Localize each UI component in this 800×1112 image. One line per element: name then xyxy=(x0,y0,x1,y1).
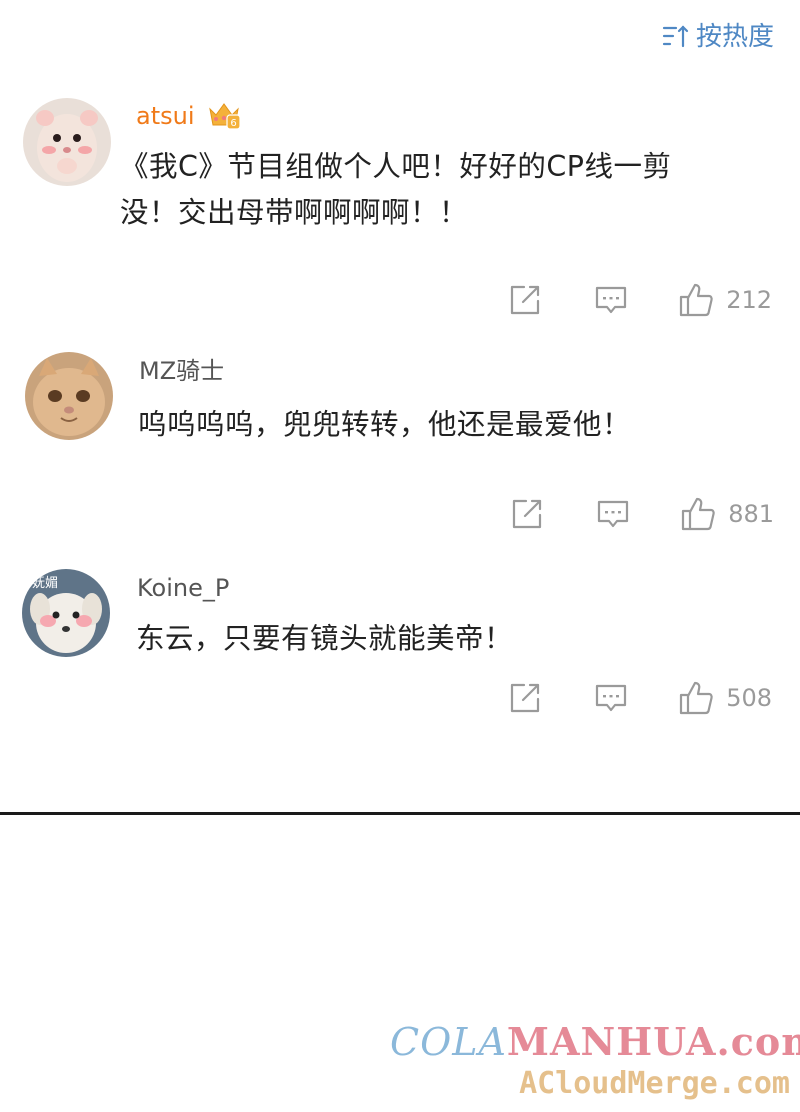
watermark-cola: COLA xyxy=(390,1020,507,1064)
avatar[interactable]: 妩媚 xyxy=(22,569,110,657)
like-count: 508 xyxy=(726,684,772,712)
like-button[interactable]: 508 xyxy=(678,680,772,716)
watermark-manhua: MANHUA xyxy=(506,1019,717,1064)
username[interactable]: Koine_P xyxy=(137,572,229,604)
comment-icon xyxy=(596,684,627,712)
avatar-tag: 妩媚 xyxy=(32,576,58,591)
comment-item: 妩媚 Koine_P 东云，只要有镜头就能美帝！ 508 xyxy=(0,0,800,740)
divider xyxy=(0,812,800,815)
share-button[interactable] xyxy=(508,681,542,715)
action-row: 508 xyxy=(508,678,772,718)
thumbs-up-icon xyxy=(680,681,713,715)
watermark-line-2: ACloudMerge.com xyxy=(519,1066,790,1101)
watermark: COLAMANHUA.com ACloudMerge.com xyxy=(390,1019,800,1102)
watermark-com: .com xyxy=(716,1019,800,1064)
comment-text: 东云，只要有镜头就能美帝！ xyxy=(136,616,776,662)
watermark-line-1: COLAMANHUA.com xyxy=(390,1019,800,1065)
comment-line: 东云，只要有镜头就能美帝！ xyxy=(136,622,514,655)
reply-button[interactable] xyxy=(594,681,628,715)
dog-avatar-icon: 妩媚 xyxy=(22,569,110,657)
share-icon xyxy=(511,683,540,713)
